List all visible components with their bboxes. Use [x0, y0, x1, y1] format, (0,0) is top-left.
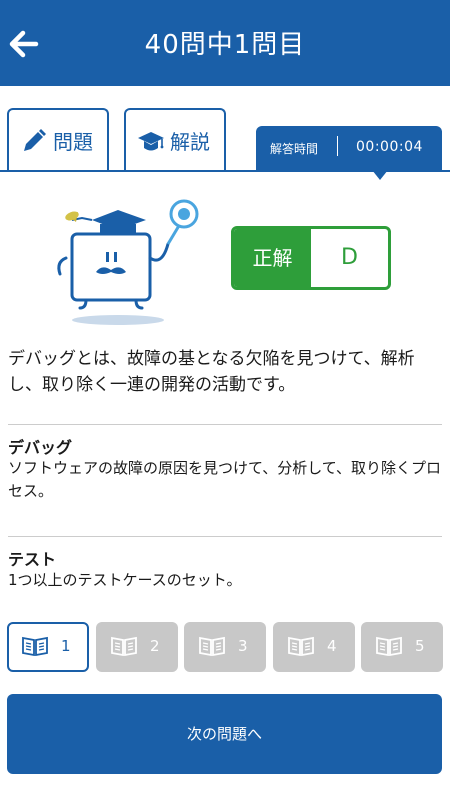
reference-page-button[interactable]: 2	[96, 622, 178, 672]
reference-page-button[interactable]: 4	[273, 622, 355, 672]
correct-label: 正解	[234, 229, 311, 287]
timer-label: 解答時間	[270, 142, 319, 156]
divider	[8, 424, 442, 425]
explanation-text: デバッグとは、故障の基となる欠陥を見つけて、解析し、取り除く一連の開発の活動です…	[8, 349, 415, 395]
book-icon	[111, 636, 137, 656]
timer-pointer	[372, 170, 388, 180]
tab-question-label: 問題	[53, 130, 93, 154]
page-title: 40問中1問目	[144, 30, 306, 60]
term-definition: ソフトウェアの故障の原因を見つけて、分析して、取り除くプロセス。	[8, 459, 442, 500]
book-icon	[199, 636, 225, 656]
mascot-illustration	[57, 199, 199, 325]
term-title: デバッグ	[8, 438, 73, 457]
page-number: 3	[238, 637, 248, 655]
correct-answer: D	[341, 245, 358, 270]
book-icon	[288, 636, 314, 656]
page-number: 4	[327, 637, 337, 655]
answer-timer: 解答時間 00:00:04	[256, 126, 442, 170]
tab-explanation-label: 解説	[170, 130, 210, 154]
reference-page-button[interactable]: 1	[7, 622, 89, 672]
reference-page-button[interactable]: 5	[361, 622, 443, 672]
result-badge: 正解 D	[231, 226, 391, 290]
page-number: 5	[415, 637, 425, 655]
app-header: 40問中1問目	[0, 0, 450, 86]
term-definition: 1つ以上のテストケースのセット。	[8, 571, 242, 589]
timer-value: 00:00:04	[356, 139, 423, 155]
graduation-cap-icon	[138, 132, 164, 151]
next-question-button[interactable]: 次の問題へ	[7, 694, 442, 774]
timer-separator	[337, 136, 338, 156]
page-number: 2	[150, 637, 160, 655]
book-icon	[376, 636, 402, 656]
book-icon	[22, 636, 48, 656]
reference-page-button[interactable]: 3	[184, 622, 266, 672]
tab-explanation[interactable]: 解説	[124, 108, 226, 172]
tab-question[interactable]: 問題	[7, 108, 109, 172]
divider	[8, 536, 442, 537]
page-number: 1	[61, 637, 71, 655]
term-title: テスト	[8, 550, 57, 569]
pencil-icon	[24, 129, 46, 151]
